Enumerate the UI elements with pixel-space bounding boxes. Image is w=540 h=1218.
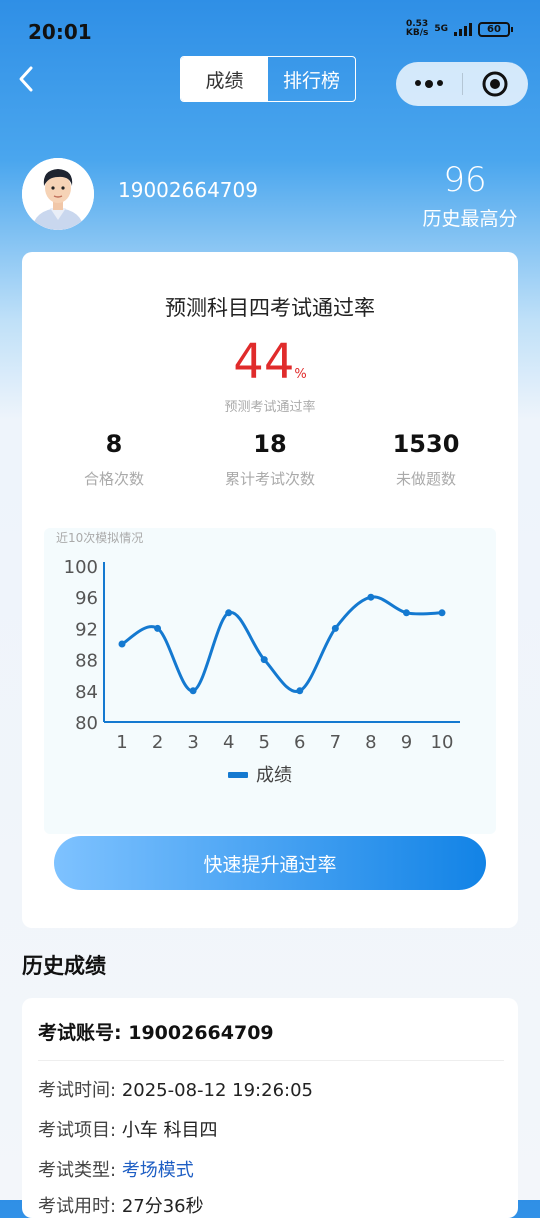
row-label: 考试时间: bbox=[38, 1080, 117, 1101]
exam-duration-row: 考试用时: 27分36秒 bbox=[38, 1192, 204, 1218]
user-phone: 19002664709 bbox=[118, 178, 258, 202]
x-tick-label: 6 bbox=[294, 732, 305, 753]
back-arrow-icon bbox=[19, 66, 33, 92]
net-speed-unit: KB/s bbox=[405, 28, 429, 38]
miniapp-capsule bbox=[396, 62, 528, 106]
pass-rate-unit: % bbox=[294, 367, 307, 382]
row-value: 27分36秒 bbox=[121, 1196, 204, 1217]
pass-rate: 44% bbox=[22, 334, 518, 390]
signal-icon bbox=[454, 22, 472, 36]
avatar-illustration bbox=[22, 158, 94, 230]
x-tick-label: 9 bbox=[401, 732, 412, 753]
tab-score[interactable]: 成绩 bbox=[181, 57, 268, 101]
tab-ranking[interactable]: 排行榜 bbox=[268, 57, 355, 101]
y-tick-label: 84 bbox=[75, 682, 98, 703]
row-value: 2025-08-12 19:26:05 bbox=[121, 1080, 313, 1101]
exam-type-row: 考试类型: 考场模式 bbox=[38, 1156, 194, 1182]
y-tick-label: 100 bbox=[64, 557, 98, 578]
x-tick-label: 7 bbox=[330, 732, 341, 753]
best-score-value: 96 bbox=[443, 160, 487, 200]
account-label: 考试账号: bbox=[38, 1022, 122, 1044]
y-tick-label: 80 bbox=[75, 713, 98, 734]
data-point bbox=[118, 640, 126, 648]
status-indicators: 0.53 KB/s 5G 60 bbox=[406, 20, 513, 38]
legend-label: 成绩 bbox=[256, 765, 292, 786]
x-tick-label: 8 bbox=[365, 732, 376, 753]
score-line-chart: 80 84 88 92 96 100 1 2 3 4 5 6 7 8 9 10 成绩 bbox=[64, 557, 460, 786]
chart-area: 80 84 88 92 96 100 1 2 3 4 5 6 7 8 9 10 成绩 bbox=[44, 528, 496, 834]
stat-pass-count: 8 合格次数 bbox=[34, 430, 194, 489]
avatar bbox=[22, 158, 94, 230]
pass-rate-value: 44 bbox=[233, 334, 295, 390]
y-tick-label: 88 bbox=[75, 651, 98, 672]
stat-label: 累计考试次数 bbox=[224, 470, 315, 488]
y-tick-label: 92 bbox=[75, 619, 98, 640]
stat-label: 未做题数 bbox=[395, 470, 456, 488]
legend-swatch bbox=[228, 772, 248, 778]
network-type: 5G bbox=[434, 24, 448, 34]
x-tick-label: 2 bbox=[152, 732, 163, 753]
row-label: 考试项目: bbox=[38, 1120, 117, 1141]
y-tick-label: 96 bbox=[75, 588, 98, 609]
close-miniapp-button[interactable] bbox=[463, 70, 529, 98]
x-tick-label: 5 bbox=[258, 732, 269, 753]
stat-value: 18 bbox=[253, 430, 287, 458]
account-value: 19002664709 bbox=[128, 1022, 274, 1044]
row-label: 考试用时: bbox=[38, 1196, 117, 1217]
best-score-label: 历史最高分 bbox=[422, 208, 518, 230]
exam-account: 考试账号: 19002664709 bbox=[38, 1018, 274, 1045]
x-tick-label: 1 bbox=[116, 732, 127, 753]
history-title: 历史成绩 bbox=[22, 954, 106, 978]
data-point bbox=[225, 609, 233, 617]
data-point bbox=[189, 687, 197, 695]
status-time: 20:01 bbox=[28, 20, 92, 44]
target-icon bbox=[482, 71, 508, 97]
x-tick-label: 4 bbox=[223, 732, 234, 753]
data-point bbox=[331, 624, 339, 632]
pass-rate-label: 预测考试通过率 bbox=[224, 400, 316, 415]
data-point bbox=[296, 687, 304, 695]
row-value: 小车 科目四 bbox=[121, 1120, 218, 1141]
stat-value: 8 bbox=[105, 430, 123, 458]
exam-time-row: 考试时间: 2025-08-12 19:26:05 bbox=[38, 1076, 313, 1102]
data-point bbox=[367, 593, 375, 601]
battery-level: 60 bbox=[487, 23, 501, 35]
series-line bbox=[121, 595, 443, 693]
x-tick-label: 3 bbox=[187, 732, 198, 753]
exam-subject-row: 考试项目: 小车 科目四 bbox=[38, 1116, 218, 1142]
row-value[interactable]: 考场模式 bbox=[122, 1160, 194, 1181]
data-point bbox=[260, 656, 268, 664]
data-point bbox=[154, 624, 162, 632]
row-label: 考试类型: bbox=[38, 1160, 117, 1181]
data-point bbox=[438, 609, 446, 617]
stat-label: 合格次数 bbox=[83, 470, 144, 488]
net-speed: 0.53 KB/s bbox=[406, 20, 428, 38]
prediction-title: 预测科目四考试通过率 bbox=[165, 296, 375, 320]
back-button[interactable] bbox=[16, 62, 40, 96]
tab-switcher: 成绩 排行榜 bbox=[180, 56, 356, 102]
stat-total-exams: 18 累计考试次数 bbox=[190, 430, 350, 489]
prediction-card: 预测科目四考试通过率 44% 预测考试通过率 8 合格次数 18 累计考试次数 … bbox=[22, 252, 518, 928]
history-card[interactable]: 考试账号: 19002664709 考试时间: 2025-08-12 19:26… bbox=[22, 998, 518, 1218]
battery-icon: 60 bbox=[478, 21, 513, 37]
data-point bbox=[402, 609, 410, 617]
x-tick-label: 10 bbox=[431, 732, 454, 753]
chart-title: 近10次模拟情况 bbox=[56, 531, 144, 545]
divider bbox=[38, 1060, 504, 1061]
boost-pass-rate-button[interactable]: 快速提升通过率 bbox=[54, 836, 486, 890]
stat-value: 1530 bbox=[392, 430, 460, 458]
stat-undone-questions: 1530 未做题数 bbox=[346, 430, 506, 489]
more-menu-icon[interactable] bbox=[396, 80, 462, 88]
